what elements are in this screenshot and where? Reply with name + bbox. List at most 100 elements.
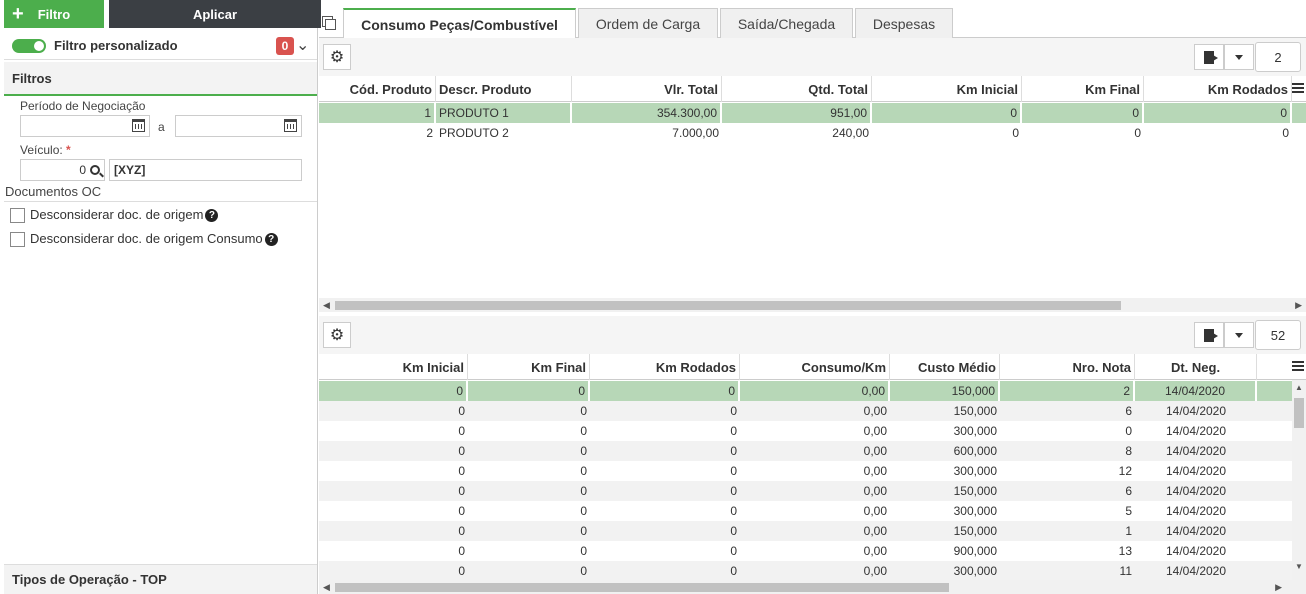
scroll-left-icon[interactable]: ◀ xyxy=(323,300,330,311)
column-menu-icon[interactable] xyxy=(1292,83,1304,93)
custom-filter-toggle[interactable] xyxy=(12,39,46,53)
table-cell: 0,00 xyxy=(863,504,887,518)
table-cell: 0 xyxy=(580,484,587,498)
table-cell: 0 xyxy=(730,484,737,498)
table-cell: 0 xyxy=(458,544,465,558)
grid1-header-cell[interactable]: Qtd. Total xyxy=(722,76,872,102)
tab-despesas[interactable]: Despesas xyxy=(855,8,953,38)
custom-filter-row: Filtro personalizado 0 ⌄ xyxy=(4,34,317,60)
grid2-horizontal-scrollbar[interactable]: ◀ ▶ xyxy=(319,580,1306,594)
scroll-left-icon[interactable]: ◀ xyxy=(323,582,330,593)
table-cell: 0 xyxy=(458,484,465,498)
table-cell: 951,00 xyxy=(722,103,872,123)
table-row[interactable]: 0 0 0 0,00 900,000 13 14/04/2020 xyxy=(319,541,1306,561)
export-dropdown-button[interactable] xyxy=(1224,322,1254,348)
column-menu-icon[interactable] xyxy=(1292,361,1304,371)
table-row[interactable]: 2 PRODUTO 2 7.000,00 240,00 0 0 0 xyxy=(319,123,1306,143)
help-icon[interactable]: ? xyxy=(264,233,278,247)
periodo-separator: a xyxy=(158,120,165,134)
table-row[interactable]: 0 0 0 0,00 150,000 6 14/04/2020 xyxy=(319,401,1306,421)
scroll-right-icon[interactable]: ▶ xyxy=(1295,300,1302,311)
grid2-scroll-thumb[interactable] xyxy=(335,583,949,592)
grid1-header: Cód. Produto Descr. Produto Vlr. Total Q… xyxy=(319,76,1306,102)
grid2-header-cell[interactable]: Km Inicial xyxy=(319,354,468,380)
tab-ordem-carga[interactable]: Ordem de Carga xyxy=(578,8,718,38)
tipos-operacao-section[interactable]: Tipos de Operação - TOP xyxy=(4,564,317,594)
calendar-icon[interactable] xyxy=(284,119,297,132)
table-cell: 150,000 xyxy=(953,484,997,498)
filters-section-title: Filtros xyxy=(4,62,317,96)
grid1-header-cell[interactable]: Km Rodados xyxy=(1144,76,1292,102)
desconsiderar-origem-consumo-checkbox[interactable] xyxy=(10,232,25,247)
export-button[interactable] xyxy=(1194,322,1224,348)
table-cell: 0 xyxy=(730,524,737,538)
grid2-header-cell[interactable]: Custo Médio xyxy=(890,354,1000,380)
table-row[interactable]: 0 0 0 0,00 150,000 2 14/04/2020 xyxy=(319,381,1306,401)
scroll-down-icon[interactable]: ▼ xyxy=(1295,562,1303,571)
grid1-toolbar: ⚙ 2 xyxy=(319,38,1306,76)
table-cell: 0 xyxy=(730,404,737,418)
table-cell: 14/04/2020 xyxy=(1135,381,1257,401)
table-row[interactable]: 0 0 0 0,00 600,000 8 14/04/2020 xyxy=(319,441,1306,461)
veiculo-code-input[interactable]: 0 xyxy=(20,159,105,181)
export-dropdown-button[interactable] xyxy=(1224,44,1254,70)
grid1-scroll-thumb[interactable] xyxy=(335,301,1121,310)
grid2-header-cell[interactable]: Consumo/Km xyxy=(740,354,890,380)
table-cell: 0 xyxy=(319,381,468,401)
table-cell: 5 xyxy=(1125,504,1132,518)
table-cell: 0 xyxy=(872,103,1022,123)
veiculo-label: Veículo: xyxy=(20,143,63,157)
table-row[interactable]: 0 0 0 0,00 300,000 5 14/04/2020 xyxy=(319,501,1306,521)
table-cell: 0 xyxy=(580,524,587,538)
table-row[interactable]: 0 0 0 0,00 300,000 12 14/04/2020 xyxy=(319,461,1306,481)
grid2-header-cell[interactable]: Dt. Neg. xyxy=(1135,354,1257,380)
grid1-horizontal-scrollbar[interactable]: ◀ ▶ xyxy=(319,298,1306,312)
grid2-vscroll-thumb[interactable] xyxy=(1294,398,1304,428)
copy-icon[interactable] xyxy=(322,16,336,30)
scroll-up-icon[interactable]: ▲ xyxy=(1295,383,1303,392)
table-row[interactable]: 1 PRODUTO 1 354.300,00 951,00 0 0 0 xyxy=(319,103,1306,123)
grid1-header-cell[interactable]: Cód. Produto xyxy=(319,76,436,102)
desconsiderar-origem-label: Desconsiderar doc. de origem? xyxy=(30,207,219,223)
grid2-vertical-scrollbar[interactable]: ▲ ▼ xyxy=(1292,380,1306,580)
gear-icon[interactable]: ⚙ xyxy=(323,322,351,348)
table-row[interactable]: 0 0 0 0,00 150,000 6 14/04/2020 xyxy=(319,481,1306,501)
grid2-header-cell[interactable]: Km Final xyxy=(468,354,590,380)
table-cell: 0 xyxy=(458,524,465,538)
grid2-header: Km Inicial Km Final Km Rodados Consumo/K… xyxy=(319,354,1306,380)
table-cell: 14/04/2020 xyxy=(1165,424,1227,438)
calendar-icon[interactable] xyxy=(132,119,145,132)
table-cell: 900,000 xyxy=(953,544,997,558)
table-row[interactable]: 0 0 0 0,00 300,000 0 14/04/2020 xyxy=(319,421,1306,441)
scroll-right-icon[interactable]: ▶ xyxy=(1275,582,1282,593)
apply-button[interactable]: Aplicar xyxy=(109,0,321,28)
add-filter-button[interactable]: + Filtro xyxy=(4,0,104,28)
table-row[interactable]: 0 0 0 0,00 150,000 1 14/04/2020 xyxy=(319,521,1306,541)
search-icon[interactable] xyxy=(90,165,104,178)
grid1-header-cell[interactable]: Descr. Produto xyxy=(436,76,572,102)
grid1-record-count: 2 xyxy=(1255,42,1301,72)
desconsiderar-origem-text: Desconsiderar doc. de origem xyxy=(30,207,204,222)
grid2-header-cell[interactable]: Km Rodados xyxy=(590,354,740,380)
gear-icon[interactable]: ⚙ xyxy=(323,44,351,70)
chevron-down-icon[interactable]: ⌄ xyxy=(296,35,309,55)
export-button[interactable] xyxy=(1194,44,1224,70)
table-row[interactable]: 0 0 0 0,00 300,000 11 14/04/2020 xyxy=(319,561,1306,580)
grid1-header-cell[interactable]: Km Final xyxy=(1022,76,1144,102)
filter-panel: + Filtro Aplicar Filtro personalizado 0 ⌄… xyxy=(0,0,321,594)
tab-saida-chegada[interactable]: Saída/Chegada xyxy=(720,8,853,38)
documentos-oc-label: Documentos OC xyxy=(5,184,102,199)
tab-consumo[interactable]: Consumo Peças/Combustível xyxy=(343,8,576,39)
grid1-header-cell[interactable]: Km Inicial xyxy=(872,76,1022,102)
table-cell: 0 xyxy=(1282,126,1289,140)
periodo-start-input[interactable] xyxy=(20,115,150,137)
table-cell: 0,00 xyxy=(863,464,887,478)
grid1-header-cell[interactable]: Vlr. Total xyxy=(572,76,722,102)
grid2-header-cell[interactable]: Nro. Nota xyxy=(1000,354,1135,380)
table-cell: 0,00 xyxy=(863,524,887,538)
table-cell: 0 xyxy=(1012,126,1019,140)
table-cell: 0,00 xyxy=(740,381,890,401)
periodo-end-input[interactable] xyxy=(175,115,302,137)
help-icon[interactable]: ? xyxy=(205,209,219,223)
desconsiderar-origem-checkbox[interactable] xyxy=(10,208,25,223)
